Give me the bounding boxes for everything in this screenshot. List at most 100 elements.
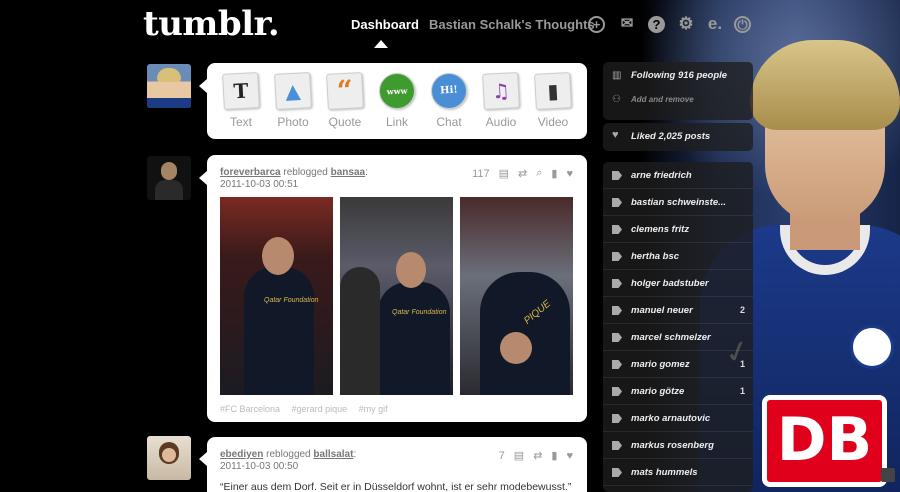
- link-post-icon: www: [378, 72, 416, 110]
- nav-dashboard[interactable]: Dashboard: [351, 17, 419, 32]
- tag-icon: [612, 306, 622, 315]
- post-header: ebediyen reblogged ballsalat: 2011-10-03…: [220, 449, 357, 472]
- post-type-link[interactable]: www Link: [371, 69, 423, 139]
- tag-icon: [612, 414, 622, 423]
- chat-post-icon: Hi!: [430, 72, 468, 110]
- gif-image[interactable]: Qatar Foundation: [340, 197, 453, 395]
- text-post-icon: T: [222, 72, 260, 110]
- tag-icon: [612, 279, 622, 288]
- post-card: ebediyen reblogged ballsalat: 2011-10-03…: [207, 437, 587, 492]
- post-tags: #FC Barcelona #gerard pique #my gif: [220, 404, 397, 414]
- tag-icon: [612, 225, 622, 234]
- tag-icon: [612, 441, 622, 450]
- nav-active-caret: [374, 40, 388, 48]
- post-type-video[interactable]: ▮ Video: [527, 69, 579, 139]
- reblogged-text: reblogged: [283, 167, 328, 178]
- gear-icon[interactable]: ⚙: [676, 14, 696, 34]
- photo-post-icon: ▲: [274, 72, 312, 110]
- tracked-tag[interactable]: marko arnautovic: [603, 405, 753, 432]
- post-type-text[interactable]: T Text: [215, 69, 267, 139]
- tracked-tag[interactable]: mario gomez 1: [603, 351, 753, 378]
- like-heart-icon[interactable]: ♥: [566, 450, 573, 462]
- post-type-quote[interactable]: “ Quote: [319, 69, 371, 139]
- post-type-label: Photo: [277, 115, 309, 129]
- scroll-to-top-icon[interactable]: [881, 468, 895, 482]
- notes-icon[interactable]: ▤: [499, 167, 509, 180]
- post-controls: 117 ▤ ⇄ ⌕ ▮ ♥: [472, 167, 573, 180]
- power-icon[interactable]: ⏻: [734, 16, 751, 33]
- notes-icon[interactable]: ▤: [514, 449, 524, 462]
- tag-icon: [612, 333, 622, 342]
- following-icon: ▥: [612, 70, 622, 81]
- post-type-audio[interactable]: ♫ Audio: [475, 69, 527, 139]
- quote-text: “Einer aus dem Dorf. Seit er in Düsseldo…: [220, 481, 572, 492]
- tag-link[interactable]: #FC Barcelona: [220, 404, 280, 414]
- tag-icon: [612, 360, 622, 369]
- search-icon[interactable]: ⌕: [536, 167, 542, 180]
- mail-icon[interactable]: ✉: [617, 14, 637, 34]
- post-controls: 7 ▤ ⇄ ▮ ♥: [499, 449, 573, 463]
- reblog-icon[interactable]: ⇄: [518, 167, 527, 180]
- post-type-label: Quote: [328, 115, 362, 129]
- my-avatar[interactable]: [147, 64, 191, 108]
- post-arrow: [199, 171, 207, 185]
- post-type-label: Chat: [436, 115, 462, 129]
- post-type-chat[interactable]: Hi! Chat: [423, 69, 475, 139]
- tracked-tag[interactable]: clemens fritz: [603, 216, 753, 243]
- notes-count[interactable]: 7: [499, 450, 505, 462]
- tracked-tag[interactable]: mats hummels: [603, 459, 753, 486]
- like-heart-icon[interactable]: ♥: [566, 168, 573, 180]
- post-type-composer: T Text ▲ Photo “ Quote www Link Hi! Chat…: [207, 63, 587, 139]
- avatar-foreverbarca[interactable]: [147, 156, 191, 200]
- gif-image[interactable]: PIQUE: [460, 197, 573, 395]
- post-author-link[interactable]: foreverbarca: [220, 167, 281, 178]
- sponsor-logo: DB: [762, 395, 887, 487]
- post-type-label: Text: [229, 115, 252, 129]
- photoset: Qatar Foundation Qatar Foundation PIQUE: [220, 197, 573, 395]
- gif-caption: Qatar Foundation: [264, 297, 319, 304]
- composer-arrow: [199, 79, 207, 93]
- avatar-ebediyen[interactable]: [147, 436, 191, 480]
- tracked-tag[interactable]: bastian schweinste...: [603, 189, 753, 216]
- post-type-photo[interactable]: ▲ Photo: [267, 69, 319, 139]
- post-arrow: [199, 452, 207, 466]
- tag-icon: [612, 171, 622, 180]
- help-icon[interactable]: ?: [648, 16, 665, 33]
- bookmark-icon[interactable]: ▮: [551, 167, 557, 180]
- bookmark-icon[interactable]: ▮: [551, 449, 557, 462]
- tag-link[interactable]: #gerard pique: [292, 404, 348, 414]
- add-user-icon: ⚇: [612, 94, 621, 105]
- tumblr-logo[interactable]: tumblr.: [143, 4, 280, 44]
- tag-icon: [612, 387, 622, 396]
- plus-icon[interactable]: +: [588, 16, 605, 33]
- post-source-link[interactable]: bansaa: [331, 167, 365, 178]
- tracked-tag[interactable]: hertha bsc: [603, 243, 753, 270]
- tracked-tag[interactable]: marcel schmelzer: [603, 324, 753, 351]
- reblog-icon[interactable]: ⇄: [533, 449, 542, 462]
- reblogged-text: reblogged: [266, 449, 311, 460]
- tag-icon: [612, 252, 622, 261]
- heart-icon: ♥: [612, 129, 619, 141]
- liked-posts-link[interactable]: Liked 2,025 posts: [631, 131, 710, 142]
- nav-blog[interactable]: Bastian Schalk's Thoughts: [429, 17, 595, 32]
- following-link[interactable]: Following 916 people: [631, 70, 727, 81]
- tag-icon: [612, 468, 622, 477]
- post-type-label: Video: [537, 115, 569, 129]
- tracked-tag[interactable]: manuel neuer 2: [603, 297, 753, 324]
- post-timestamp: 2011-10-03 00:50: [220, 461, 299, 472]
- post-source-link[interactable]: ballsalat: [313, 449, 353, 460]
- tracked-tag[interactable]: arne friedrich: [603, 162, 753, 189]
- post-author-link[interactable]: ebediyen: [220, 449, 263, 460]
- post-card: foreverbarca reblogged bansaa: 2011-10-0…: [207, 155, 587, 422]
- gif-image[interactable]: Qatar Foundation: [220, 197, 333, 395]
- notes-count[interactable]: 117: [472, 168, 490, 180]
- tag-icon: [612, 198, 622, 207]
- tracked-tag[interactable]: mario götze 1: [603, 378, 753, 405]
- e-icon[interactable]: e.: [705, 14, 725, 34]
- add-remove-link[interactable]: Add and remove: [631, 95, 694, 104]
- tag-link[interactable]: #my gif: [359, 404, 388, 414]
- tracked-tag[interactable]: holger badstuber: [603, 270, 753, 297]
- audio-post-icon: ♫: [482, 72, 520, 110]
- club-badge-icon: [850, 325, 894, 369]
- tracked-tag[interactable]: markus rosenberg: [603, 432, 753, 459]
